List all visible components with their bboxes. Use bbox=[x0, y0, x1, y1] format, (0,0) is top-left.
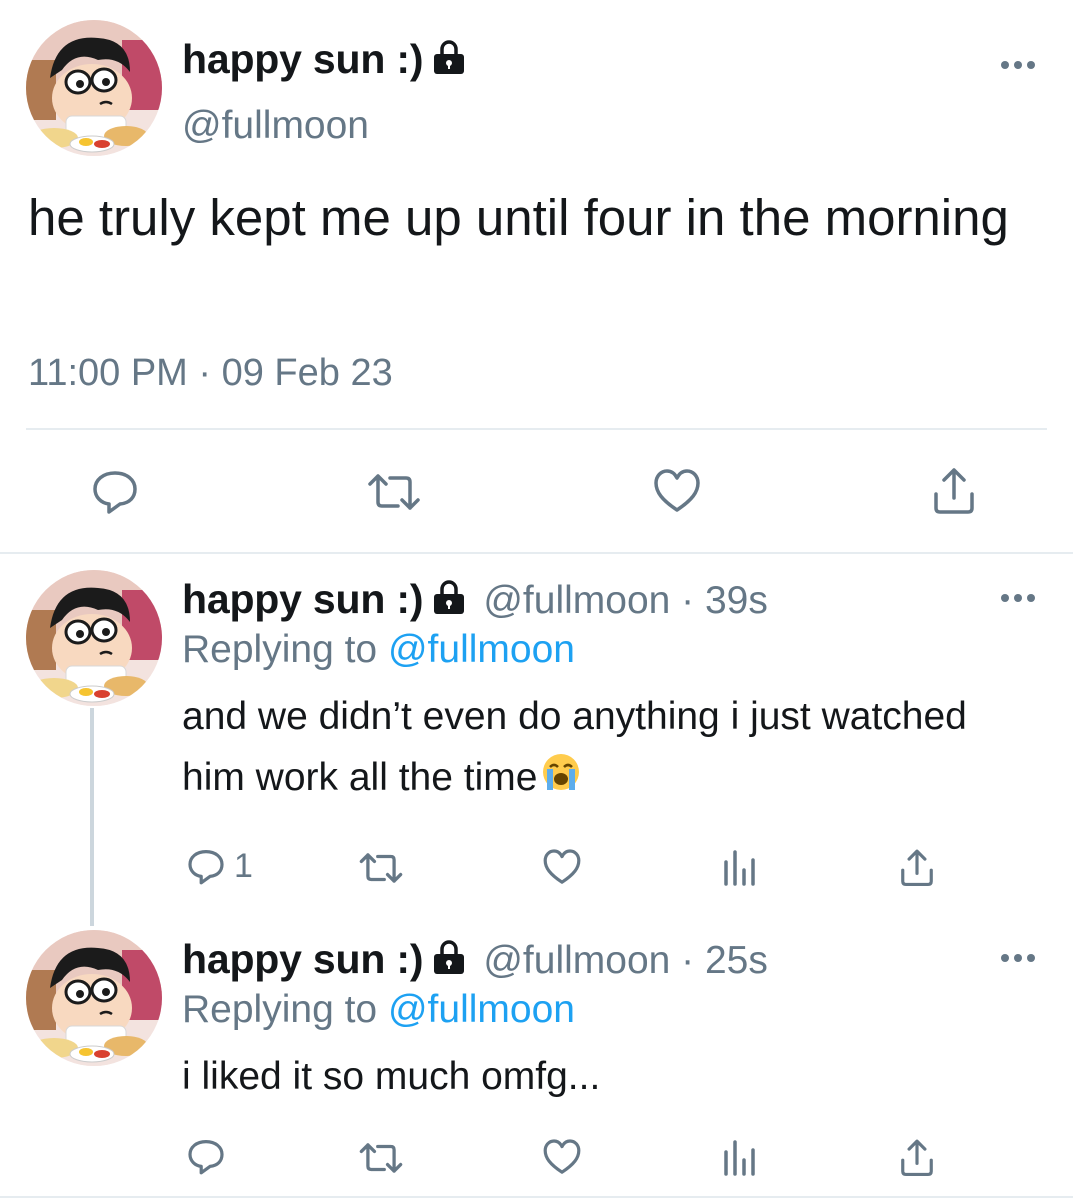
reply-icon bbox=[188, 1140, 224, 1175]
reply-button[interactable] bbox=[186, 1136, 234, 1176]
divider bbox=[0, 552, 1073, 554]
handle[interactable]: @fullmoon bbox=[182, 104, 369, 148]
like-icon bbox=[543, 1139, 581, 1174]
tweet-timestamp[interactable]: 11:00 PM · 09 Feb 23 bbox=[28, 352, 393, 395]
reply-icon bbox=[93, 471, 137, 514]
display-name-text: happy sun :) bbox=[182, 36, 424, 82]
mention-link[interactable]: @fullmoon bbox=[388, 988, 575, 1031]
analytics-icon bbox=[724, 850, 755, 886]
display-name-text[interactable]: happy sun :) bbox=[182, 936, 424, 983]
reply-header: happy sun :) @fullmoon · 25s bbox=[182, 936, 768, 983]
share-icon bbox=[901, 1139, 933, 1176]
share-icon bbox=[901, 849, 933, 886]
like-button[interactable] bbox=[652, 468, 702, 514]
reply-text: i liked it so much omfg... bbox=[182, 1055, 601, 1098]
like-button[interactable] bbox=[542, 848, 582, 886]
thread-line bbox=[90, 708, 94, 926]
share-button[interactable] bbox=[930, 464, 978, 516]
divider bbox=[0, 1196, 1073, 1198]
analytics-button[interactable] bbox=[722, 1138, 758, 1176]
retweet-icon bbox=[359, 853, 403, 883]
avatar[interactable] bbox=[26, 20, 162, 156]
avatar[interactable] bbox=[26, 930, 162, 1066]
retweet-icon bbox=[368, 474, 420, 510]
tweet-text: he truly kept me up until four in the mo… bbox=[28, 189, 1009, 246]
display-name-text[interactable]: happy sun :) bbox=[182, 576, 424, 623]
handle-time[interactable]: @fullmoon · 39s bbox=[483, 579, 768, 623]
retweet-button[interactable] bbox=[358, 1140, 404, 1176]
replying-prefix: Replying to bbox=[182, 628, 388, 671]
display-name[interactable]: happy sun :) bbox=[182, 36, 469, 83]
share-button[interactable] bbox=[898, 846, 936, 888]
retweet-icon bbox=[359, 1143, 403, 1173]
more-icon[interactable] bbox=[1001, 592, 1035, 604]
like-icon bbox=[543, 849, 581, 884]
reply-button[interactable] bbox=[90, 466, 140, 516]
reply-icon bbox=[188, 850, 224, 885]
share-icon bbox=[934, 468, 974, 514]
loudly-crying-face-emoji bbox=[541, 749, 581, 810]
reply-text: and we didn’t even do anything i just wa… bbox=[182, 686, 1012, 810]
mention-link[interactable]: @fullmoon bbox=[388, 628, 575, 671]
divider bbox=[26, 428, 1047, 430]
retweet-button[interactable] bbox=[366, 470, 422, 514]
retweet-button[interactable] bbox=[358, 850, 404, 886]
like-icon bbox=[654, 469, 700, 512]
more-icon[interactable] bbox=[1001, 952, 1035, 964]
lock-icon bbox=[429, 577, 469, 622]
replying-to: Replying to @fullmoon bbox=[182, 628, 575, 672]
analytics-button[interactable] bbox=[722, 848, 758, 886]
reply-header: happy sun :) @fullmoon · 39s bbox=[182, 576, 768, 623]
analytics-icon bbox=[724, 1140, 755, 1176]
reply-button[interactable]: 1 bbox=[186, 846, 253, 886]
reply-count: 1 bbox=[234, 846, 253, 885]
lock-icon bbox=[429, 37, 469, 82]
handle-time[interactable]: @fullmoon · 25s bbox=[483, 939, 768, 983]
share-button[interactable] bbox=[898, 1136, 936, 1178]
replying-to: Replying to @fullmoon bbox=[182, 988, 575, 1032]
replying-prefix: Replying to bbox=[182, 988, 388, 1031]
lock-icon bbox=[429, 937, 469, 982]
more-icon[interactable] bbox=[1001, 59, 1035, 71]
avatar[interactable] bbox=[26, 570, 162, 706]
like-button[interactable] bbox=[542, 1138, 582, 1176]
